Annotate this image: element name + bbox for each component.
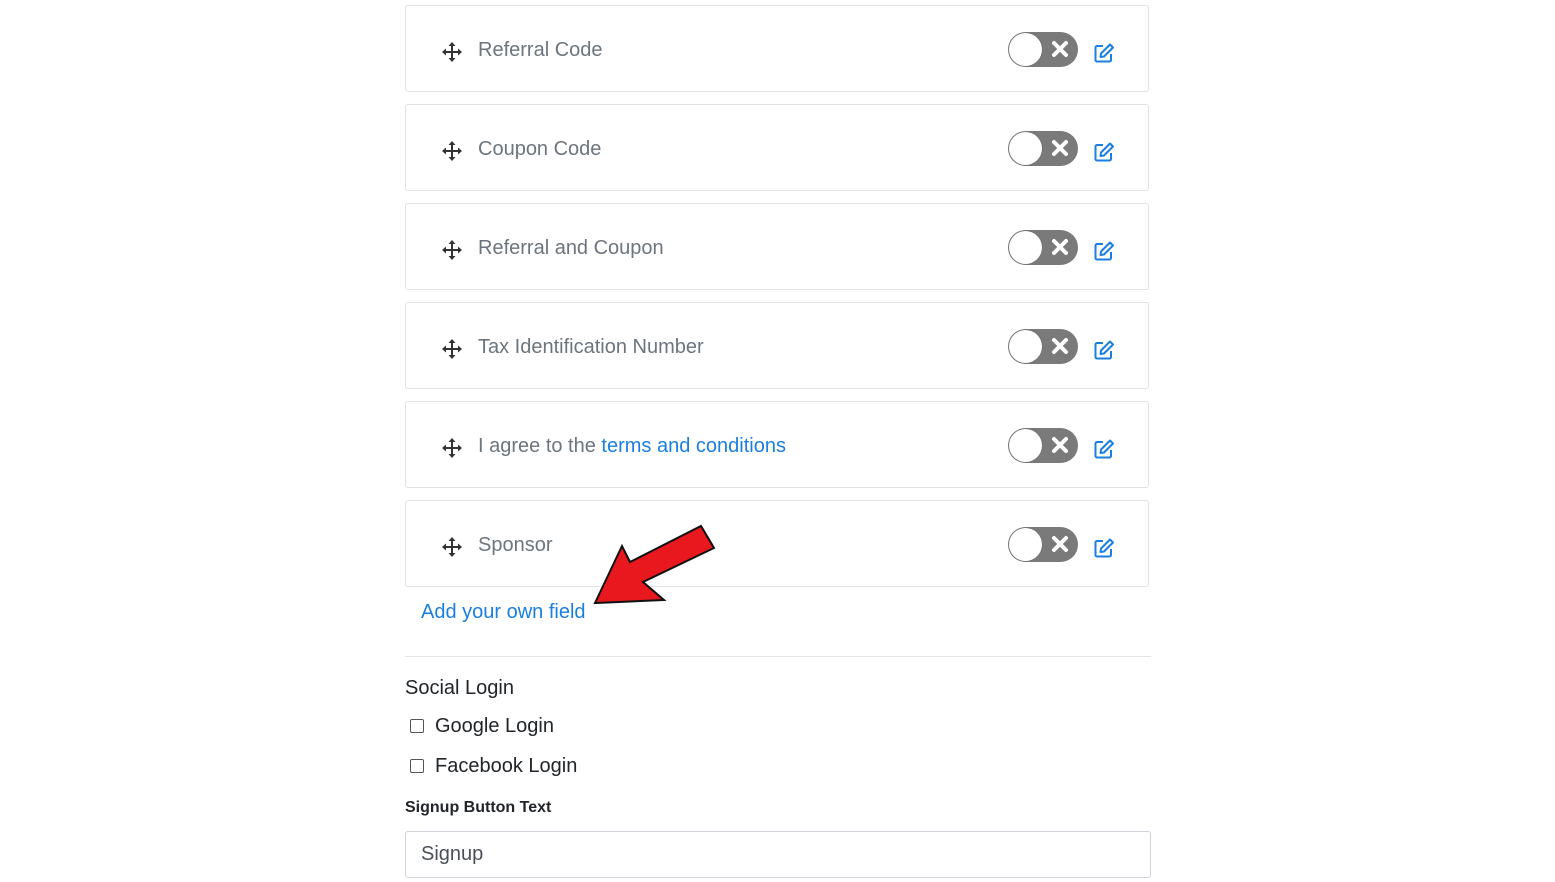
field-toggle[interactable] (1008, 131, 1078, 166)
social-login-title: Social Login (405, 677, 514, 699)
field-label: I agree to the terms and conditions (478, 435, 786, 458)
toggle-knob (1009, 330, 1042, 363)
signup-button-text-input[interactable] (405, 831, 1151, 878)
facebook-login-option[interactable]: Facebook Login (410, 753, 577, 779)
google-login-checkbox[interactable] (410, 719, 424, 733)
annotation-arrow-icon (593, 524, 716, 605)
field-card-sponsor: Sponsor (405, 500, 1149, 587)
field-label: Coupon Code (478, 138, 602, 160)
edit-icon[interactable] (1093, 339, 1115, 361)
close-icon (1052, 437, 1068, 453)
move-icon[interactable] (442, 537, 462, 557)
close-icon (1052, 140, 1068, 156)
move-icon[interactable] (442, 240, 462, 260)
field-card-coupon-code: Coupon Code (405, 104, 1149, 191)
signup-button-text-label: Signup Button Text (405, 799, 552, 816)
field-card-referral-and-coupon: Referral and Coupon (405, 203, 1149, 290)
facebook-login-label: Facebook Login (435, 754, 578, 777)
toggle-knob (1009, 33, 1042, 66)
field-toggle[interactable] (1008, 329, 1078, 364)
field-toggle[interactable] (1008, 230, 1078, 265)
edit-icon[interactable] (1093, 240, 1115, 262)
toggle-knob (1009, 528, 1042, 561)
field-label: Referral Code (478, 39, 603, 61)
field-label: Tax Identification Number (478, 336, 704, 358)
facebook-login-checkbox[interactable] (410, 759, 424, 773)
field-toggle[interactable] (1008, 428, 1078, 463)
move-icon[interactable] (442, 42, 462, 62)
google-login-label: Google Login (435, 714, 554, 737)
close-icon (1052, 239, 1068, 255)
field-toggle[interactable] (1008, 527, 1078, 562)
edit-icon[interactable] (1093, 537, 1115, 559)
toggle-knob (1009, 132, 1042, 165)
add-own-field-link[interactable]: Add your own field (421, 601, 586, 624)
field-card-referral-code: Referral Code (405, 5, 1149, 92)
toggle-knob (1009, 231, 1042, 264)
edit-icon[interactable] (1093, 438, 1115, 460)
field-card-tax-id: Tax Identification Number (405, 302, 1149, 389)
toggle-knob (1009, 429, 1042, 462)
close-icon (1052, 536, 1068, 552)
field-toggle[interactable] (1008, 32, 1078, 67)
close-icon (1052, 41, 1068, 57)
move-icon[interactable] (442, 438, 462, 458)
move-icon[interactable] (442, 339, 462, 359)
field-card-terms: I agree to the terms and conditions (405, 401, 1149, 488)
edit-icon[interactable] (1093, 42, 1115, 64)
field-label: Referral and Coupon (478, 237, 664, 259)
edit-icon[interactable] (1093, 141, 1115, 163)
move-icon[interactable] (442, 141, 462, 161)
section-divider (405, 656, 1151, 657)
field-label: Sponsor (478, 534, 553, 556)
terms-prefix: I agree to the (478, 435, 602, 457)
google-login-option[interactable]: Google Login (410, 713, 554, 739)
terms-link[interactable]: terms and conditions (601, 435, 786, 457)
close-icon (1052, 338, 1068, 354)
